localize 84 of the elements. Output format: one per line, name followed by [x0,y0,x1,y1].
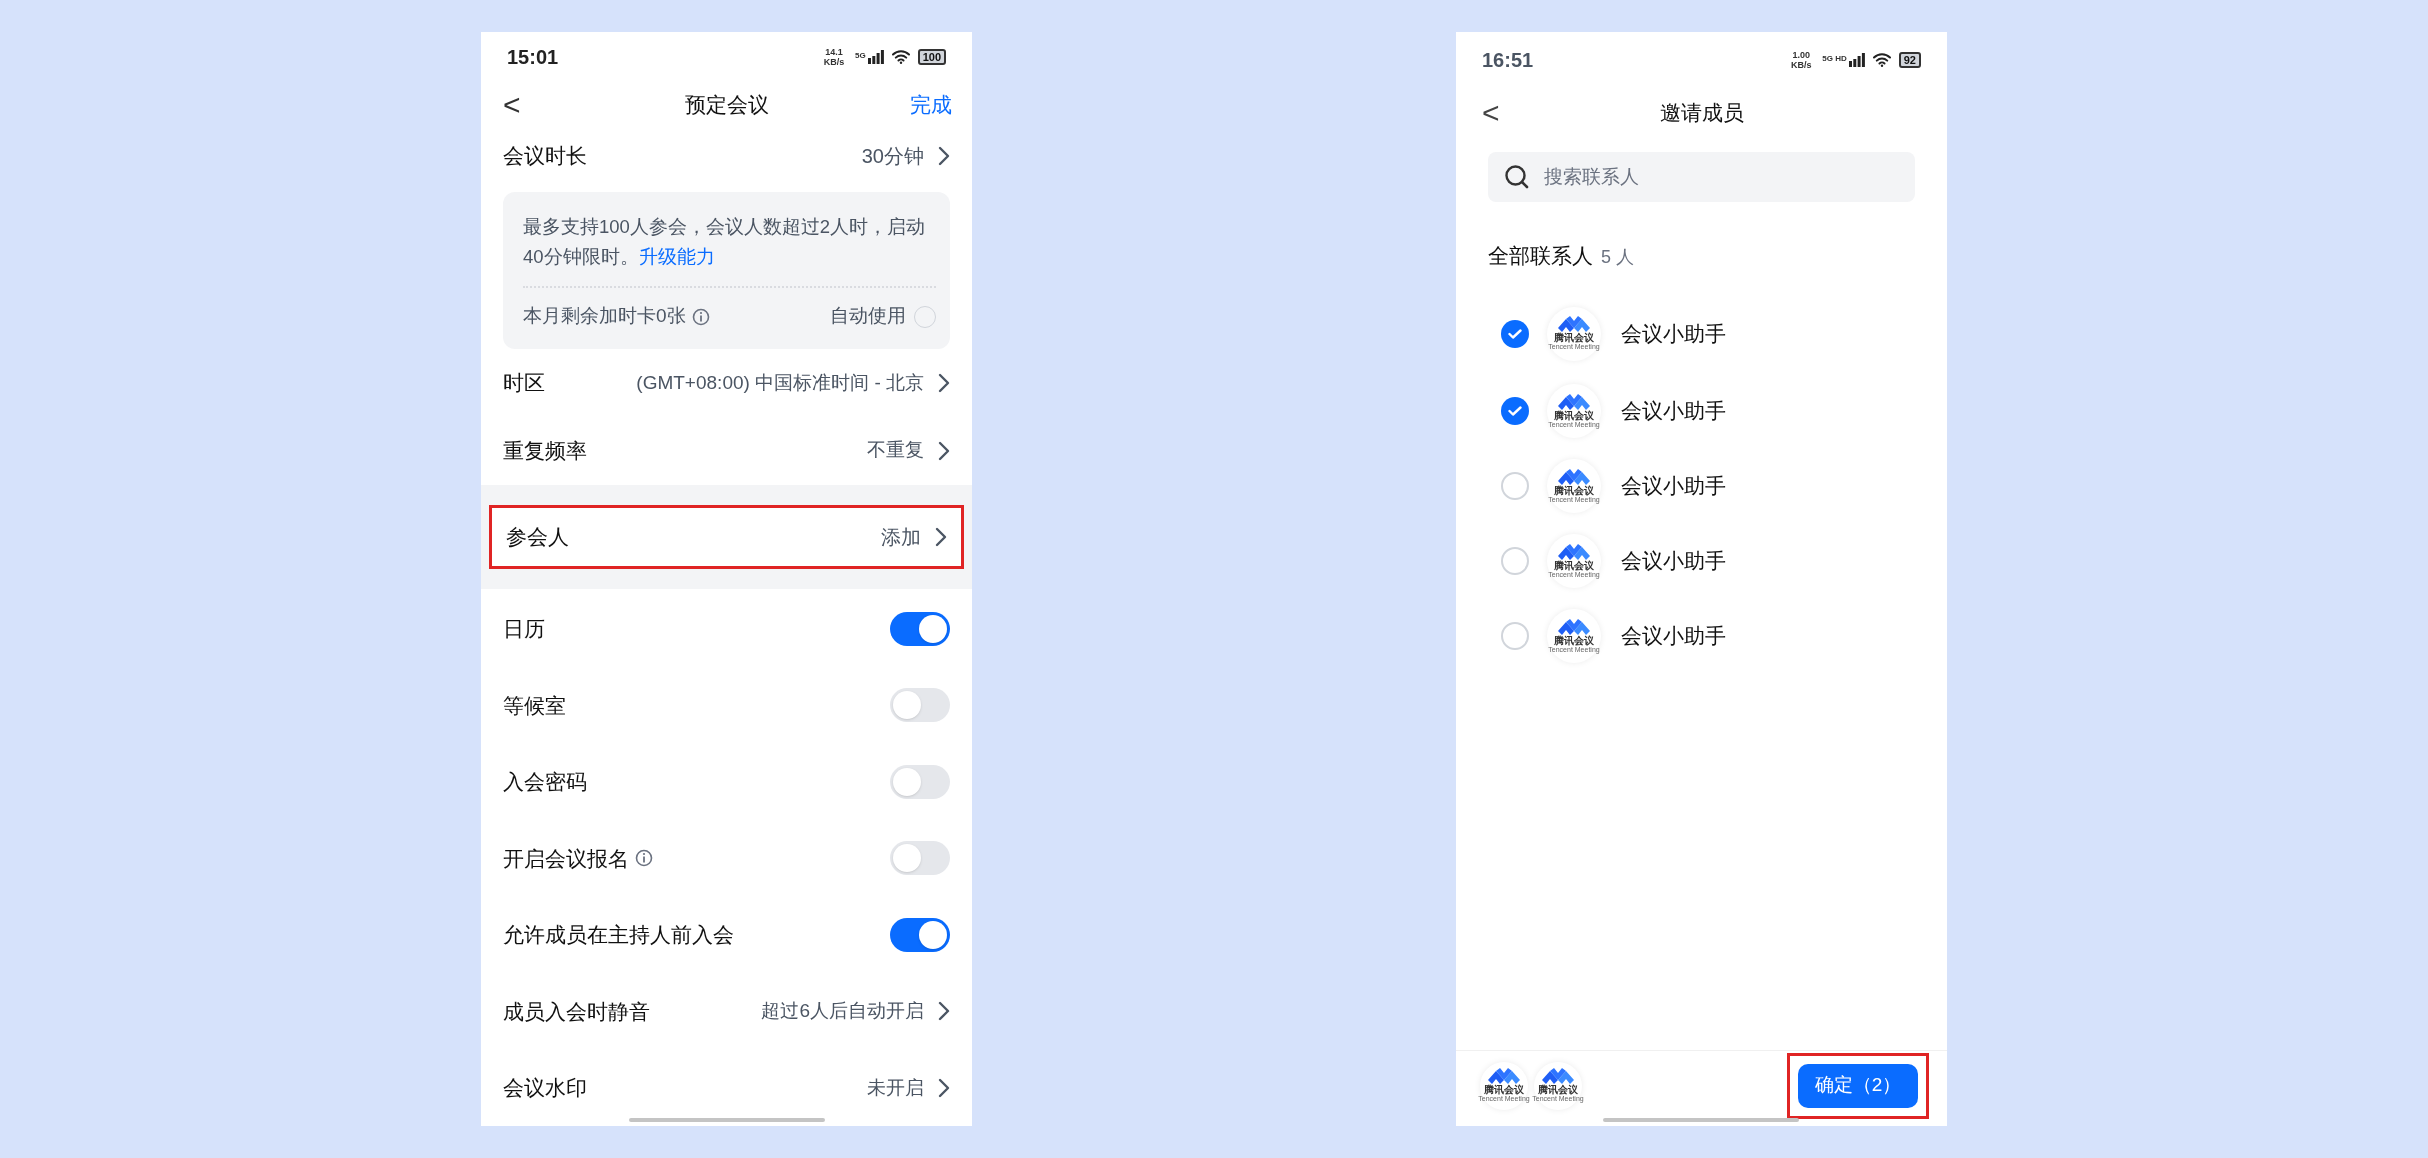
select-checkbox[interactable] [1501,319,1529,348]
row-value: 添加 [881,524,921,550]
row-value: (GMT+08:00) 中国标准时间 - 北京 [636,370,924,395]
row-label: 重复频率 [503,437,587,464]
setting-label: 等候室 [503,692,566,719]
auto-use-label: 自动使用 [830,304,906,329]
row-value: 30分钟 [861,144,924,169]
info-icon [691,307,710,326]
chevron-right-icon [935,526,947,547]
battery-indicator: 100 [917,48,946,65]
chevron-right-icon [938,440,950,461]
contact-name: 会议小助手 [1621,320,1726,347]
page-title: 预定会议 [684,91,769,118]
logo-text: 腾讯会议 [1484,1084,1524,1095]
network-speed: 1.00 KB/s [1790,50,1813,70]
select-checkbox[interactable] [1501,397,1529,425]
status-time: 16:51 [1482,48,1534,73]
logo-text: 腾讯会议 [1554,634,1594,646]
search-field[interactable]: 搜索联系人 [1488,152,1915,202]
setting-label: 开启会议报名 [503,845,629,872]
row-label: 参会人 [506,523,569,550]
chevron-right-icon [938,1001,950,1022]
setting-label: 成员入会时静音 [503,998,650,1025]
setting-value: 未开启 [867,1075,924,1100]
mountain-logo-icon [1557,618,1591,635]
setting-label: 日历 [503,616,545,642]
network-type: 5G [854,49,866,62]
mountain-logo-icon [1557,393,1591,410]
select-checkbox[interactable] [1501,622,1529,650]
setting-label: 允许成员在主持人前入会 [503,922,734,948]
auto-use-radio[interactable] [914,305,936,328]
mountain-logo-icon [1557,468,1591,485]
mountain-logo-icon [1557,316,1591,332]
contact-name: 会议小助手 [1621,623,1726,650]
page-title: 邀请成员 [1658,100,1745,127]
select-checkbox[interactable] [1501,547,1529,575]
mountain-logo-icon [1487,1068,1521,1084]
chevron-right-icon [938,372,950,393]
toggle-switch[interactable] [890,917,950,952]
logo-text: 腾讯会议 [1554,559,1594,571]
toggle-switch[interactable] [890,688,950,723]
contact-count: 5 人 [1601,246,1634,269]
row-label: 时区 [503,370,545,396]
section-title: 全部联系人 [1488,243,1593,269]
wifi-icon [891,49,910,64]
card-label: 本月剩余加时卡0张 [523,304,686,329]
back-button[interactable]: < [1482,98,1522,128]
check-icon [1508,328,1522,339]
chevron-right-icon [938,1077,950,1098]
back-button[interactable]: < [503,89,543,120]
logo-text: 腾讯会议 [1554,332,1594,343]
setting-label: 入会密码 [503,769,587,795]
toggle-switch[interactable] [890,611,950,646]
setting-label: 会议水印 [503,1075,587,1101]
confirm-button[interactable]: 确定（2） [1798,1063,1918,1108]
setting-value: 超过6人后自动开启 [761,999,924,1023]
battery-indicator: 92 [1898,52,1921,68]
toggle-switch[interactable] [890,841,950,876]
info-icon [635,849,653,868]
upgrade-link[interactable]: 升级能力 [638,246,715,268]
notice-text: 最多支持100人参会，会议人数超过2人时，启动40分钟限时。升级能力 [523,215,927,270]
participants-row[interactable]: 参会人 添加 [489,504,964,569]
status-time: 15:01 [507,44,559,70]
signal-icon [1848,53,1865,67]
mountain-logo-icon [1557,543,1591,560]
contact-name: 会议小助手 [1621,398,1726,425]
mountain-logo-icon [1541,1068,1575,1084]
network-speed: 14.1 KB/s [822,46,846,67]
row-value: 不重复 [867,438,924,463]
network-type: 5G HD [1822,53,1847,65]
row-label: 会议时长 [503,143,587,170]
search-icon [1504,164,1530,190]
logo-text: 腾讯会议 [1554,484,1594,496]
logo-text: 腾讯会议 [1554,409,1594,421]
check-icon [1508,406,1522,416]
signal-icon [867,49,884,64]
contact-name: 会议小助手 [1621,473,1726,500]
wifi-icon [1872,53,1891,67]
chevron-right-icon [938,146,950,166]
toggle-switch[interactable] [890,764,950,799]
done-button[interactable]: 完成 [910,88,950,121]
select-checkbox[interactable] [1501,472,1529,500]
logo-text: 腾讯会议 [1538,1084,1578,1095]
contact-name: 会议小助手 [1621,548,1726,575]
